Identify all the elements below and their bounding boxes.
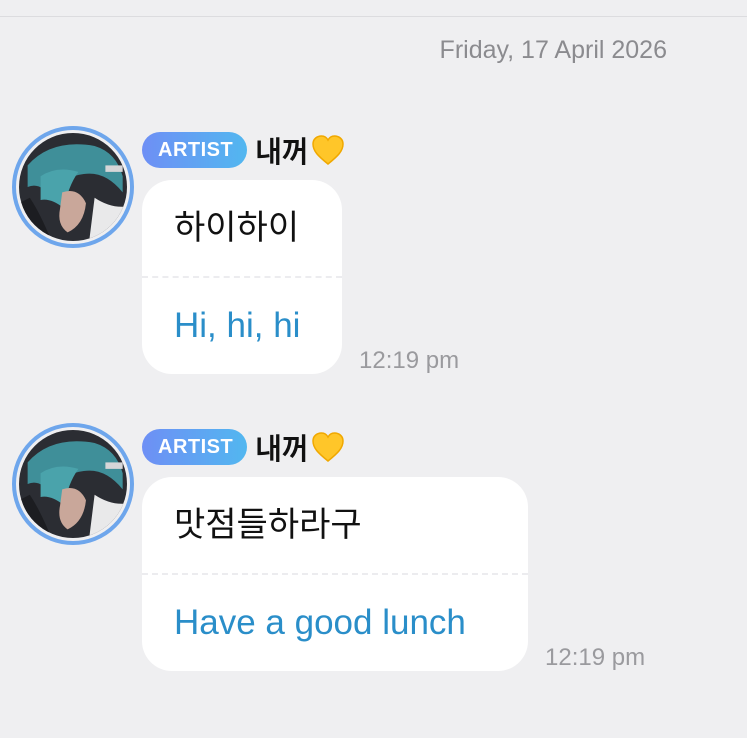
top-divider xyxy=(0,16,747,17)
avatar-image xyxy=(19,430,127,538)
artist-badge: ARTIST xyxy=(142,429,248,465)
sender-name[interactable]: 내꺼 xyxy=(255,129,308,171)
message-bubble[interactable]: 하이하이 Hi, hi, hi xyxy=(142,180,342,374)
date-separator: Friday, 17 April 2026 xyxy=(439,36,667,64)
message-original-text: 맛점들하라구 xyxy=(174,505,362,545)
message-timestamp: 12:19 pm xyxy=(359,347,460,374)
avatar[interactable] xyxy=(12,423,134,545)
message-translated-text: Have a good lunch xyxy=(174,603,466,642)
message-original-text: 하이하이 xyxy=(174,208,300,248)
avatar[interactable] xyxy=(12,126,134,248)
chat-message: ARTIST 내꺼 하이하이 Hi, hi, hi 12:19 pm xyxy=(0,126,747,376)
sender-row: ARTIST 내꺼 xyxy=(142,128,345,172)
message-translated-text: Hi, hi, hi xyxy=(174,306,301,345)
artist-badge: ARTIST xyxy=(142,132,248,168)
sender-name[interactable]: 내꺼 xyxy=(255,426,308,468)
yellow-heart-icon xyxy=(311,135,344,165)
yellow-heart-icon xyxy=(311,432,344,462)
chat-message: ARTIST 내꺼 맛점들하라구 Have a good lunch 12:19… xyxy=(0,423,747,673)
sender-row: ARTIST 내꺼 xyxy=(142,425,345,469)
avatar-image xyxy=(19,133,127,241)
message-bubble[interactable]: 맛점들하라구 Have a good lunch xyxy=(142,477,528,671)
message-timestamp: 12:19 pm xyxy=(545,644,646,671)
